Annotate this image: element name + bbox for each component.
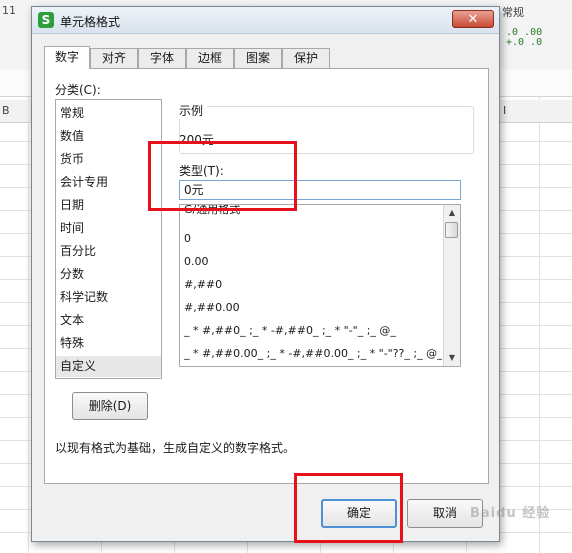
category-item-special[interactable]: 特殊 xyxy=(56,333,161,354)
category-item-number[interactable]: 数值 xyxy=(56,126,161,147)
number-tab-panel: 分类(C): 常规 数值 货币 会计专用 日期 时间 百分比 分数 科学记数 文… xyxy=(44,68,489,484)
scroll-thumb[interactable] xyxy=(445,222,458,238)
format-cells-dialog: S 单元格格式 ✕ 数字 对齐 字体 边框 图案 保护 分类(C): 常规 数值… xyxy=(31,6,500,542)
category-label: 分类(C): xyxy=(55,83,101,97)
format-item[interactable]: #,##0 xyxy=(184,273,442,296)
decimal-buttons[interactable]: .0 .00 +.0 .0 xyxy=(506,28,566,48)
close-icon: ✕ xyxy=(467,12,479,27)
highlight-box-type xyxy=(148,141,297,211)
category-item-text[interactable]: 文本 xyxy=(56,310,161,331)
custom-format-description: 以现有格式为基础，生成自定义的数字格式。 xyxy=(55,441,296,455)
baidu-watermark-logo: Baidu 经验 xyxy=(470,506,551,521)
dialog-titlebar[interactable]: S 单元格格式 ✕ xyxy=(32,7,499,34)
category-item-scientific[interactable]: 科学记数 xyxy=(56,287,161,308)
scroll-up-arrow-icon[interactable]: ▲ xyxy=(446,207,458,219)
category-item-date[interactable]: 日期 xyxy=(56,195,161,216)
format-item[interactable]: 0 xyxy=(184,227,442,250)
number-format-dropdown[interactable]: 常规 xyxy=(502,4,524,20)
scroll-down-arrow-icon[interactable]: ▼ xyxy=(446,352,458,364)
category-item-currency[interactable]: 货币 xyxy=(56,149,161,170)
decimal-icon-2: +.0 .0 xyxy=(506,37,543,48)
tab-pattern[interactable]: 图案 xyxy=(234,48,282,68)
category-item-custom[interactable]: 自定义 xyxy=(56,356,161,377)
tab-border[interactable]: 边框 xyxy=(186,48,234,68)
tab-number[interactable]: 数字 xyxy=(44,46,90,69)
format-item[interactable]: _ * #,##0_ ;_ * -#,##0_ ;_ * "-"_ ;_ @_ xyxy=(184,319,442,342)
row-number: 11 xyxy=(2,4,16,17)
format-list-scrollbar[interactable]: ▲ ▼ xyxy=(443,205,460,366)
column-letter-i: I xyxy=(503,104,507,117)
dialog-title: 单元格格式 xyxy=(60,15,121,29)
close-button[interactable]: ✕ xyxy=(452,10,494,28)
highlight-box-ok xyxy=(294,473,403,543)
format-item[interactable]: #,##0.00 xyxy=(184,296,442,319)
tab-font[interactable]: 字体 xyxy=(138,48,186,68)
category-item-general[interactable]: 常规 xyxy=(56,103,161,124)
category-item-time[interactable]: 时间 xyxy=(56,218,161,239)
category-list[interactable]: 常规 数值 货币 会计专用 日期 时间 百分比 分数 科学记数 文本 特殊 自定… xyxy=(55,99,162,379)
tab-alignment[interactable]: 对齐 xyxy=(90,48,138,68)
wps-app-icon: S xyxy=(38,12,54,28)
format-item[interactable]: 0.00 xyxy=(184,250,442,273)
format-list[interactable]: G/通用格式 0 0.00 #,##0 #,##0.00 _ * #,##0_ … xyxy=(179,204,461,367)
column-letter-b: B xyxy=(2,104,10,117)
format-item[interactable]: _ * #,##0.00_ ;_ * -#,##0.00_ ;_ * "-"??… xyxy=(184,342,442,365)
category-item-fraction[interactable]: 分数 xyxy=(56,264,161,285)
category-item-percentage[interactable]: 百分比 xyxy=(56,241,161,262)
sample-label: 示例 xyxy=(179,102,208,119)
category-item-accounting[interactable]: 会计专用 xyxy=(56,172,161,193)
delete-button[interactable]: 删除(D) xyxy=(72,392,148,420)
tab-protection[interactable]: 保护 xyxy=(282,48,330,68)
